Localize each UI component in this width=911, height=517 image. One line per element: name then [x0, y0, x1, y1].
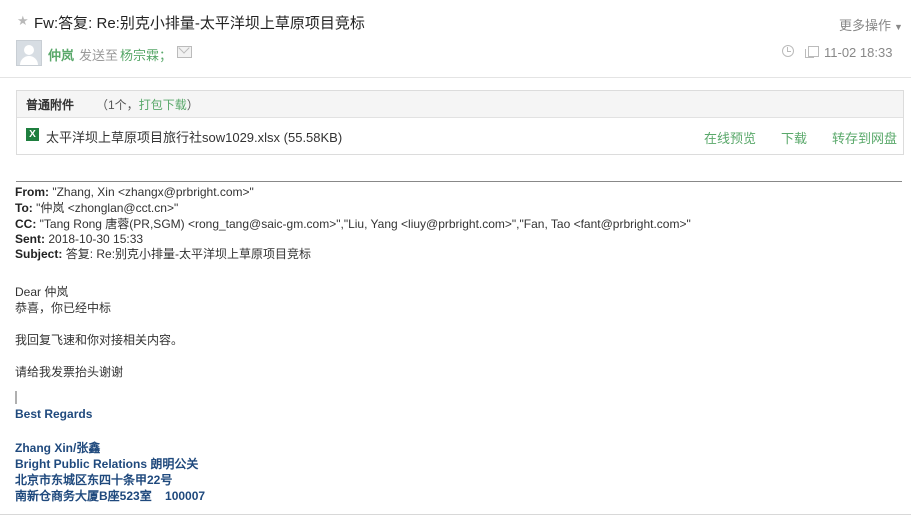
header-divider	[0, 77, 911, 78]
avatar-icon[interactable]	[16, 40, 42, 66]
attachment-count: （1个，打包下载）	[96, 98, 199, 112]
email-datetime: 11-02 18:33	[824, 45, 893, 60]
download-link[interactable]: 下载	[781, 128, 807, 147]
quoted-to: To: "仲岚 <zhonglan@cct.cn>"	[15, 201, 179, 215]
email-subject: Fw:答复: Re:别克小排量-太平洋坝上草原项目竞标	[34, 15, 365, 32]
caret-down-icon: ▼	[894, 22, 903, 32]
body-line-3: 请给我发票抬头谢谢	[15, 365, 124, 379]
signature-address-1: 北京市东城区东四十条甲22号	[15, 473, 173, 487]
more-actions-label: 更多操作	[839, 18, 892, 33]
body-greeting: Dear 仲岚	[15, 285, 69, 299]
sent-to-label: 发送至	[79, 48, 119, 63]
sender-name[interactable]: 仲岚	[48, 45, 74, 64]
attachment-filename[interactable]: 太平洋坝上草原项目旅行社sow1029.xlsx (55.58KB)	[46, 127, 342, 146]
signature-address-2: 南新仓商务大厦B座523室 100007	[15, 489, 206, 503]
attachment-panel: 普通附件 （1个，打包下载） X 太平洋坝上草原项目旅行社sow1029.xls…	[16, 90, 904, 155]
save-to-disk-link[interactable]: 转存到网盘	[832, 128, 897, 147]
body-line-1: 恭喜，你已经中标	[15, 301, 112, 315]
download-all-link[interactable]: 打包下载	[139, 98, 187, 112]
recipient-name[interactable]: 杨宗霖；	[120, 45, 172, 64]
quoted-from: From: "Zhang, Xin <zhangx@prbright.com>"	[15, 185, 254, 199]
quoted-cc: CC: "Tang Rong 唐蓉(PR,SGM) <rong_tang@sai…	[15, 217, 691, 231]
quote-divider	[16, 181, 902, 182]
quote-bar	[15, 391, 17, 404]
body-line-2: 我回复飞速和你对接相关内容。	[15, 333, 184, 347]
bottom-divider	[0, 514, 911, 515]
envelope-icon[interactable]	[177, 46, 192, 58]
signature-regards: Best Regards	[15, 407, 93, 421]
signature-name: Zhang Xin/张鑫	[15, 441, 101, 455]
clock-icon[interactable]	[782, 45, 794, 57]
copy-icon[interactable]	[805, 46, 819, 58]
quoted-subject: Subject: 答复: Re:别克小排量-太平洋坝上草原项目竞标	[15, 247, 312, 261]
signature-company: Bright Public Relations 朗明公关	[15, 457, 199, 471]
preview-link[interactable]: 在线预览	[704, 128, 756, 147]
attachment-title: 普通附件	[26, 98, 75, 112]
more-actions-menu[interactable]: 更多操作 ▼	[839, 15, 903, 34]
excel-file-icon: X	[26, 128, 39, 141]
star-icon[interactable]: ★	[17, 13, 29, 29]
quoted-sent: Sent: 2018-10-30 15:33	[15, 232, 144, 246]
attachment-header: 普通附件 （1个，打包下载）	[17, 91, 903, 118]
